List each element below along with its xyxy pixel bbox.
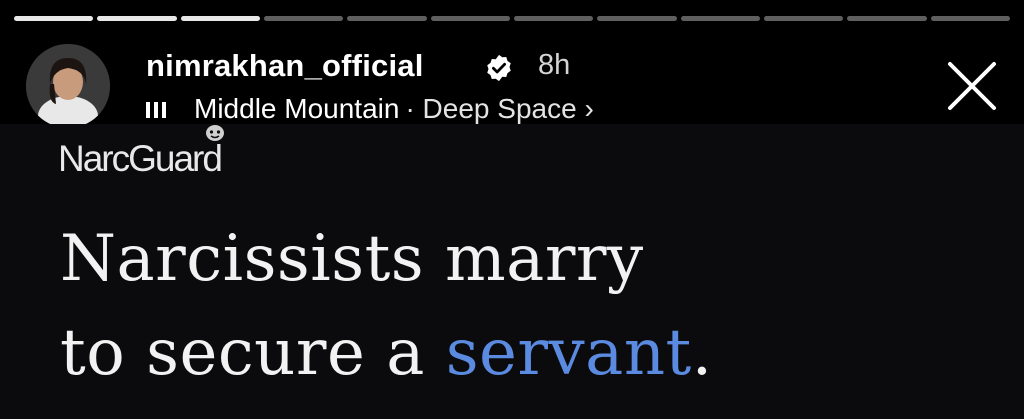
progress-segment [97,16,177,21]
music-bars-icon [146,100,168,118]
progress-segment [347,16,427,21]
post-time: 8h [538,49,571,81]
progress-segment [263,16,344,21]
headline-line-2: to secure a servant. [60,306,713,400]
progress-segment [597,16,677,21]
verified-badge-icon [487,54,511,82]
headline-suffix: . [691,316,713,390]
story-header: nimrakhan_official 8h Middle Mountain · … [26,44,1024,128]
brand-name: NarcGuard [58,138,223,179]
music-attribution[interactable]: Middle Mountain · Deep Space › [146,92,594,126]
progress-segment [430,16,510,21]
profile-avatar[interactable] [26,44,110,128]
headline-accent-word: servant [445,316,692,390]
story-content[interactable]: NarcGuard Narcissists marry to secure a … [0,124,1024,419]
avatar-image [26,44,110,128]
progress-segment [14,16,94,21]
headline-line-1: Narcissists marry [60,222,644,296]
progress-segment [180,16,260,21]
progress-segment [680,16,760,21]
progress-segment [930,16,1010,21]
username[interactable]: nimrakhan_official [146,48,424,84]
progress-segment [763,16,844,21]
progress-segment [847,16,927,21]
close-icon[interactable] [944,58,1000,114]
song-artist: · Deep Space › [405,93,594,124]
headline-prefix: to secure a [60,316,446,390]
story-progress-bar [14,16,1010,21]
song-title: Middle Mountain [194,93,400,124]
progress-segment [513,16,594,21]
story-viewer: nimrakhan_official 8h Middle Mountain · … [0,0,1024,419]
headline: Narcissists marry to secure a servant. [60,212,713,400]
